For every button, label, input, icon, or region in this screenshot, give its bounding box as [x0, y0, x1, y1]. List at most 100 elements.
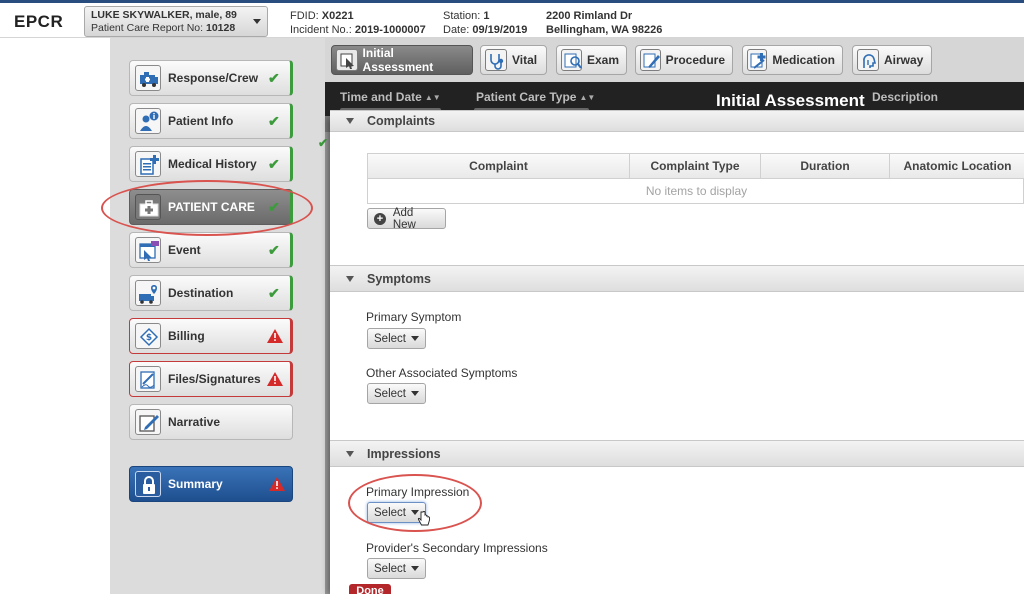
section-complaints-header[interactable]: Complaints [330, 110, 1024, 132]
incident-value: 2019-1000007 [354, 24, 426, 36]
warning-icon [267, 329, 283, 343]
column-anatomic-location[interactable]: Anatomic Location [890, 154, 1024, 179]
station-value: 1 [483, 10, 490, 22]
top-bar: EPCR LUKE SKYWALKER, male, 89 Patient Ca… [0, 0, 1024, 38]
tab-vital[interactable]: Vital [480, 45, 547, 75]
procedure-icon [640, 49, 661, 71]
tab-label: Medication [772, 53, 835, 67]
exam-icon [561, 49, 582, 71]
sidebar-item-medical-history[interactable]: Medical History ✔ [129, 146, 293, 182]
warning-icon [267, 372, 283, 386]
sidebar-item-patient-info[interactable]: Patient Info ✔ [129, 103, 293, 139]
sort-icon: ▲▼ [424, 93, 441, 102]
select-value: Select [374, 562, 406, 575]
fdid-value: X0221 [321, 10, 354, 22]
address-line-2: Bellingham, WA 98226 [546, 24, 663, 36]
event-icon [135, 237, 161, 263]
hand-cursor-icon [417, 511, 431, 530]
sidebar-item-label: Event [168, 243, 201, 257]
secondary-impressions-select[interactable]: Select [367, 558, 426, 579]
sidebar-item-label: Narrative [168, 415, 221, 429]
sidebar-item-label: Destination [168, 286, 234, 300]
plus-icon: + [374, 212, 386, 225]
secondary-impressions-label: Provider's Secondary Impressions [366, 541, 548, 555]
sidebar-item-label: Files/Signatures [168, 372, 261, 386]
other-symptoms-select[interactable]: Select [367, 383, 426, 404]
table-empty-message: No items to display [645, 184, 748, 198]
sidebar-item-summary[interactable]: Summary [129, 466, 293, 502]
section-title: Impressions [367, 447, 441, 461]
sidebar-item-label: Patient Info [168, 114, 234, 128]
chevron-down-icon [410, 336, 419, 341]
collapse-icon [346, 276, 354, 282]
patient-selector[interactable]: LUKE SKYWALKER, male, 89 Patient Care Re… [84, 6, 268, 37]
column-patient-care-type[interactable]: Patient Care Type ▲▼ [476, 90, 595, 104]
tab-medication[interactable]: Medication [742, 45, 843, 75]
sidebar-item-response-crew[interactable]: Response/Crew ✔ [129, 60, 293, 96]
medical-kit-icon [135, 194, 161, 220]
select-value: Select [374, 332, 406, 345]
collapse-icon [346, 118, 354, 124]
primary-impression-label: Primary Impression [366, 485, 470, 499]
tab-exam[interactable]: Exam [556, 45, 627, 75]
select-value: Select [374, 387, 406, 400]
checkmark-icon: ✔ [268, 113, 280, 129]
tab-label: Vital [512, 53, 538, 67]
select-value: Select [374, 506, 406, 519]
chevron-down-icon [410, 566, 419, 571]
left-margin [0, 38, 110, 594]
sidebar-item-destination[interactable]: Destination ✔ [129, 275, 293, 311]
section-impressions-header[interactable]: Impressions [330, 440, 1024, 467]
station-label: Station: [443, 10, 481, 22]
other-symptoms-label: Other Associated Symptoms [366, 366, 518, 380]
sort-icon: ▲▼ [579, 93, 596, 102]
column-time-and-date[interactable]: Time and Date ▲▼ [340, 90, 441, 104]
sidebar-item-label: PATIENT CARE [168, 200, 255, 214]
tab-procedure[interactable]: Procedure [635, 45, 733, 75]
patient-report-value: 10128 [205, 22, 236, 34]
incident-ids: FDID: X0221 Incident No.: 2019-1000007 [290, 9, 426, 37]
fdid-label: FDID: [290, 10, 319, 22]
checkmark-icon: ✔ [268, 156, 280, 172]
patient-info-icon [135, 108, 161, 134]
section-symptoms-header[interactable]: Symptoms [330, 265, 1024, 292]
button-label: Add New [392, 206, 416, 231]
tab-airway[interactable]: Airway [852, 45, 932, 75]
tab-initial-assessment[interactable]: Initial Assessment [331, 45, 473, 75]
patient-report-number: Patient Care Report No: 10128 [91, 22, 261, 35]
incident-label: Incident No.: [290, 24, 352, 36]
sidebar-item-label: Response/Crew [168, 71, 259, 85]
destination-icon [135, 280, 161, 306]
checkmark-icon: ✔ [268, 285, 280, 301]
sidebar-item-label: Medical History [168, 157, 257, 171]
collapse-icon [346, 451, 354, 457]
done-button[interactable]: Done [349, 584, 391, 594]
airway-icon [857, 49, 879, 71]
chevron-down-icon [410, 391, 419, 396]
checkmark-icon: ✔ [268, 242, 280, 258]
billing-icon: $ [135, 323, 161, 349]
checkmark-icon: ✔ [318, 136, 329, 150]
sidebar-item-label: Summary [168, 477, 223, 491]
column-description[interactable]: Description [872, 90, 938, 104]
primary-symptom-select[interactable]: Select [367, 328, 426, 349]
add-complaint-button[interactable]: + Add New [367, 206, 446, 231]
sidebar-item-event[interactable]: Event ✔ [129, 232, 293, 268]
column-complaint[interactable]: Complaint [368, 154, 630, 179]
signature-icon [135, 366, 161, 392]
medication-icon [747, 49, 768, 71]
column-complaint-type[interactable]: Complaint Type [630, 154, 761, 179]
column-duration[interactable]: Duration [761, 154, 890, 179]
checkmark-icon: ✔ [268, 70, 280, 86]
svg-text:$: $ [146, 333, 152, 343]
patient-report-label: Patient Care Report No: [91, 22, 204, 34]
sidebar-item-narrative[interactable]: Narrative [129, 404, 293, 440]
station-date: Station: 1 Date: 09/19/2019 [443, 9, 527, 37]
sidebar-item-files-signatures[interactable]: Files/Signatures [129, 361, 293, 397]
medical-history-icon [135, 151, 161, 177]
sidebar-item-billing[interactable]: $ Billing [129, 318, 293, 354]
lock-icon [135, 471, 161, 497]
chevron-down-icon [253, 19, 261, 24]
warning-icon [269, 477, 285, 491]
sidebar-item-patient-care[interactable]: PATIENT CARE ✔ [129, 189, 293, 225]
